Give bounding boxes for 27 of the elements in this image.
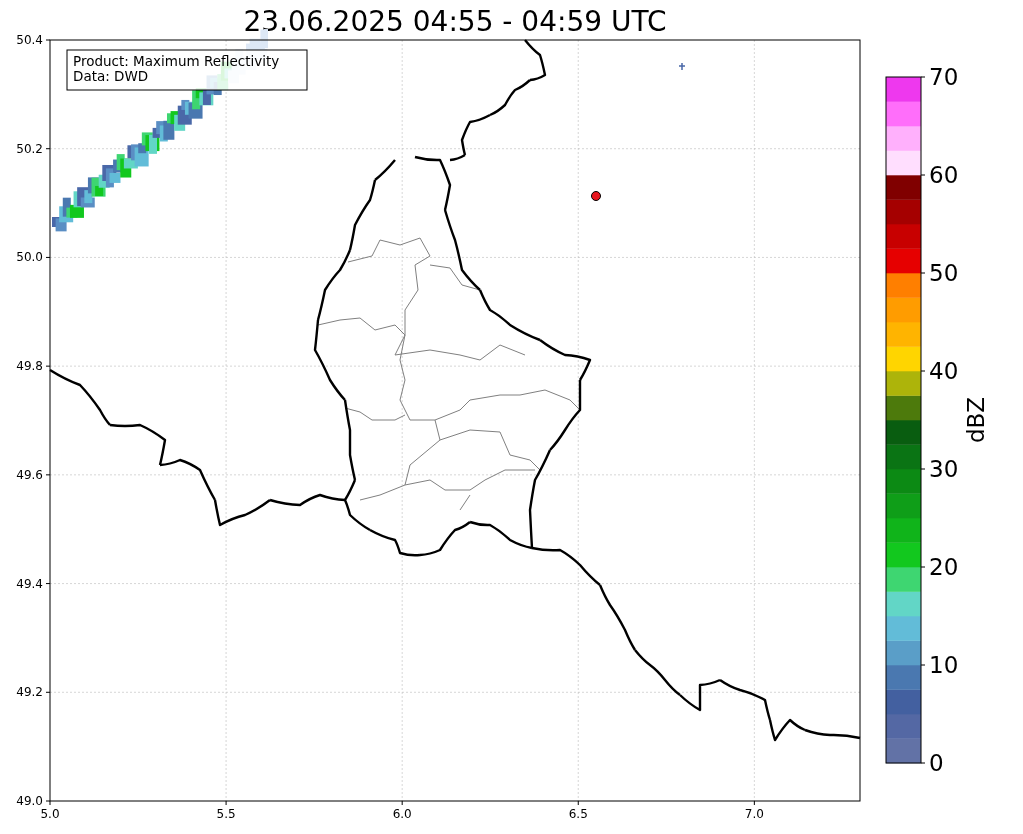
axis-tick-label: 5.5 — [216, 807, 236, 821]
colorbar-label: dBZ — [963, 396, 989, 444]
axis-tick-label: 49.6 — [16, 467, 43, 482]
colorbar-tick-label: 60 — [929, 162, 959, 188]
location-marker-icon — [591, 191, 601, 201]
axis-tick-label: 50.2 — [16, 141, 43, 156]
axis-tick-label: 5.0 — [40, 807, 60, 821]
annotation-text: Product: Maximum Reflectivity — [73, 53, 280, 69]
axis-tick-label: 49.4 — [16, 576, 43, 591]
colorbar-tick-label: 0 — [929, 750, 944, 776]
axis-tick-label: 49.8 — [16, 359, 43, 374]
axis-tick-label: 49.0 — [16, 794, 43, 808]
axis-tick-label: 7.0 — [744, 807, 764, 821]
axis-tick-label: 50.0 — [16, 250, 43, 265]
axis-tick-label: 6.5 — [568, 807, 588, 821]
colorbar-tick-label: 10 — [929, 652, 959, 678]
axis-tick-label: 49.2 — [16, 685, 43, 700]
axis-tick-label: 6.0 — [392, 807, 412, 821]
colorbar-tick-label: 40 — [929, 358, 959, 384]
axis-tick-label: 50.4 — [16, 33, 43, 47]
colorbar-tick-label: 70 — [929, 64, 959, 90]
annotation-text: Data: DWD — [73, 68, 149, 84]
colorbar-tick-label: 20 — [929, 554, 959, 580]
colorbar-tick-label: 30 — [929, 456, 959, 482]
colorbar-tick-label: 50 — [929, 260, 959, 286]
chart-title: 23.06.2025 04:55 - 04:59 UTC — [243, 5, 667, 38]
small-echo-icon — [678, 62, 686, 71]
